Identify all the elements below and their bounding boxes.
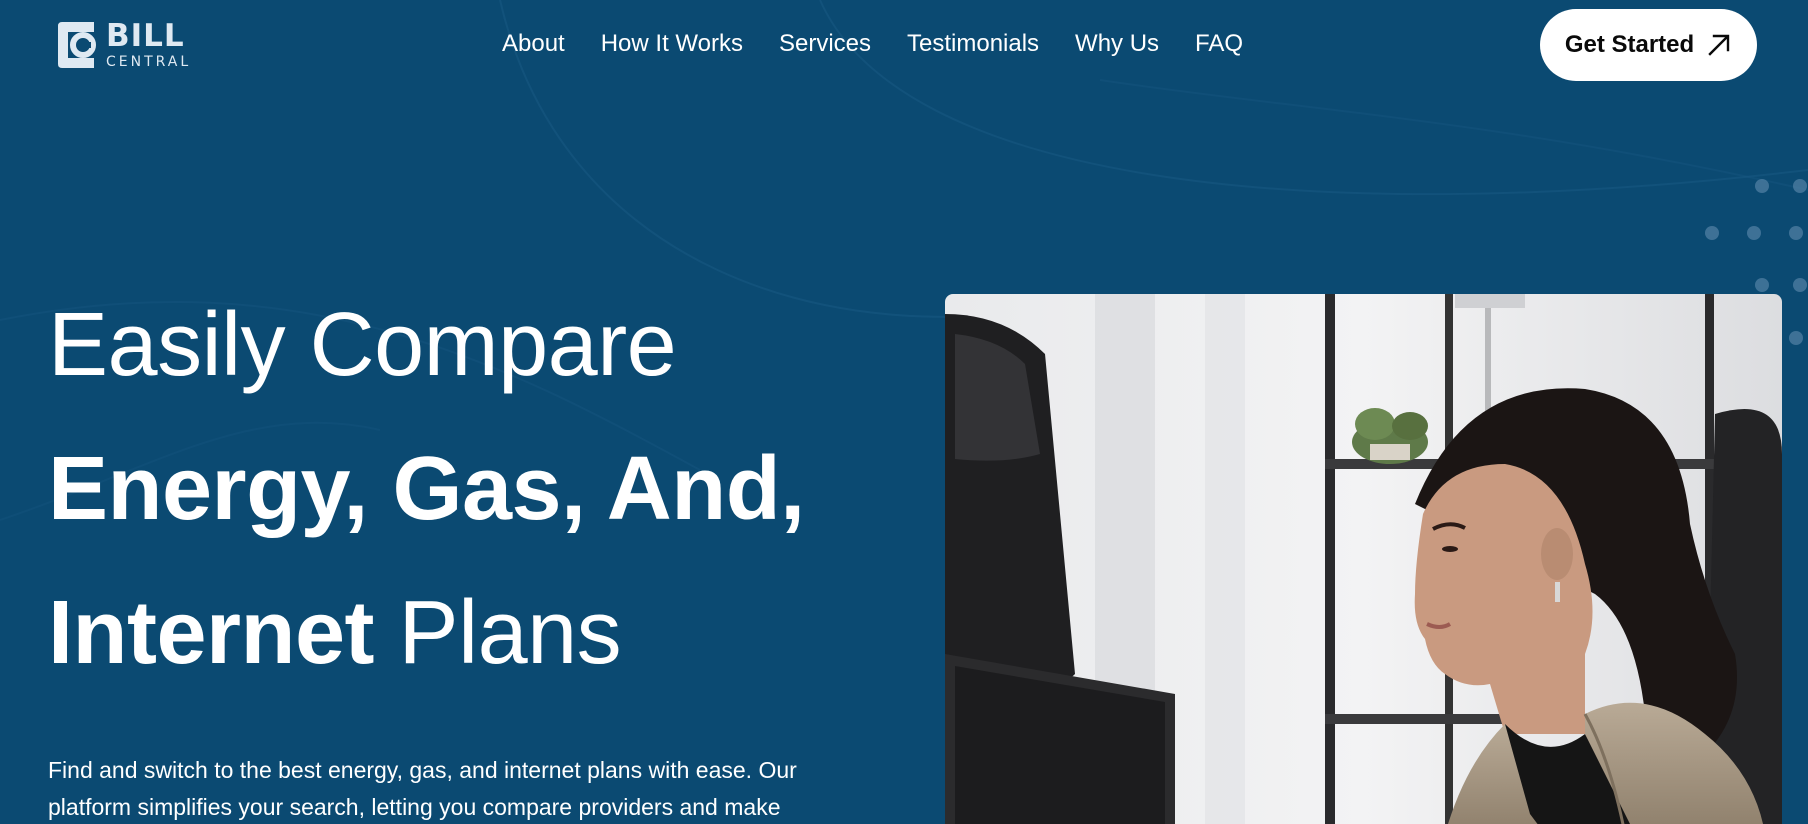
nav-why-us[interactable]: Why Us <box>1075 30 1159 58</box>
hero-title-line3-regular: Plans <box>398 583 622 683</box>
nav-about[interactable]: About <box>502 30 565 58</box>
logo[interactable]: BILL CENTRAL <box>50 18 191 72</box>
logo-subname: CENTRAL <box>106 54 192 70</box>
hero-title: Easily Compare Energy, Gas, And, Interne… <box>48 295 928 705</box>
main-nav: About How It Works Services Testimonials… <box>502 30 1243 58</box>
nav-services[interactable]: Services <box>779 30 871 58</box>
hero-title-line3: Internet Plans <box>48 561 928 705</box>
logo-mark-icon <box>58 22 96 68</box>
hero-photo <box>945 294 1782 824</box>
get-started-label: Get Started <box>1564 31 1695 58</box>
hero-photo-image <box>945 294 1782 824</box>
hero-description: Find and switch to the best energy, gas,… <box>48 757 797 820</box>
arrow-up-right-icon <box>1708 34 1730 56</box>
nav-how-it-works[interactable]: How It Works <box>601 30 743 58</box>
nav-faq[interactable]: FAQ <box>1195 30 1243 58</box>
get-started-button[interactable]: Get Started <box>1540 9 1757 81</box>
logo-text: BILL CENTRAL <box>106 18 192 70</box>
hero-title-line1: Easily Compare <box>48 295 677 395</box>
nav-testimonials[interactable]: Testimonials <box>907 30 1039 58</box>
logo-name: BILL <box>106 18 185 54</box>
hero-title-line3-bold: Internet <box>48 583 375 683</box>
hero-title-line2: Energy, Gas, And, <box>48 439 805 539</box>
